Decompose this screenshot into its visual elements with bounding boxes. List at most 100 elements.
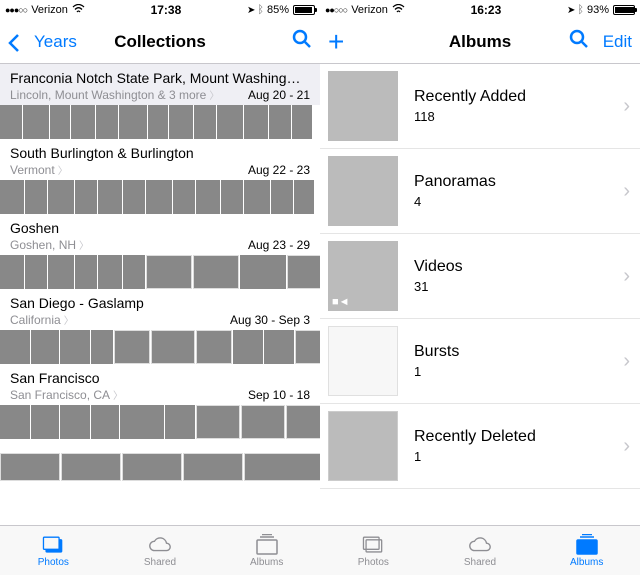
- battery-icon: [613, 5, 635, 15]
- thumbnail-strip[interactable]: [0, 255, 320, 289]
- battery-label: 85%: [267, 4, 289, 16]
- album-count: 1: [414, 364, 623, 379]
- location-icon: ➤: [247, 5, 255, 16]
- album-row[interactable]: Bursts 1 ›: [320, 319, 640, 404]
- thumbnail-strip[interactable]: [0, 105, 320, 139]
- collection-subtitle: Lincoln, Mount Washington & 3 more: [10, 88, 206, 102]
- collection-title: Franconia Notch State Park, Mount Washin…: [10, 70, 310, 86]
- cloud-icon: [467, 534, 493, 556]
- collection-title: South Burlington & Burlington: [10, 145, 310, 161]
- carrier-label: Verizon: [351, 4, 388, 16]
- clock-label: 16:23: [405, 3, 567, 17]
- tab-bar: Photos Shared Albums: [0, 525, 320, 575]
- wifi-icon: [392, 4, 405, 17]
- thumbnail-strip[interactable]: [0, 330, 320, 364]
- photos-icon: [40, 534, 66, 556]
- photos-icon: [360, 534, 386, 556]
- collection-date: Aug 22 - 23: [248, 163, 310, 177]
- tab-photos[interactable]: Photos: [0, 526, 107, 575]
- collection-date: Aug 20 - 21: [248, 88, 310, 102]
- albums-list[interactable]: Recently Added 118 › Panoramas 4 › ■◄ Vi…: [320, 64, 640, 525]
- location-icon: ➤: [567, 5, 575, 16]
- album-name: Videos: [414, 258, 623, 276]
- album-count: 31: [414, 279, 623, 294]
- collection-item[interactable]: Franconia Notch State Park, Mount Washin…: [0, 64, 320, 139]
- thumbnail-strip[interactable]: [0, 405, 320, 439]
- phone-collections: ●●●○○ Verizon 17:38 ➤ ᛒ 85% Years Collec…: [0, 0, 320, 575]
- chevron-right-icon: ›: [623, 95, 630, 118]
- collection-title: Goshen: [10, 220, 310, 236]
- album-name: Recently Added: [414, 88, 623, 106]
- collection-item[interactable]: Goshen Goshen, NH 〉 Aug 23 - 29: [0, 214, 320, 289]
- chevron-right-icon: 〉: [113, 387, 123, 402]
- video-icon: ■◄: [332, 296, 350, 308]
- back-button[interactable]: Years: [34, 32, 77, 52]
- bluetooth-icon: ᛒ: [577, 4, 584, 16]
- chevron-right-icon: ›: [623, 180, 630, 203]
- album-thumbnail: ■◄: [328, 241, 398, 311]
- album-thumbnail: [328, 156, 398, 226]
- collection-date: Aug 23 - 29: [248, 238, 310, 252]
- nav-bar: Years Collections: [0, 20, 320, 64]
- search-button[interactable]: [292, 29, 312, 54]
- chevron-right-icon: 〉: [79, 237, 89, 252]
- signal-dots: ●●○○○: [325, 5, 347, 15]
- collections-list[interactable]: Franconia Notch State Park, Mount Washin…: [0, 64, 320, 525]
- albums-icon: [574, 534, 600, 556]
- tab-label: Photos: [358, 557, 389, 568]
- thumbnail-strip[interactable]: [0, 180, 320, 214]
- tab-label: Albums: [570, 557, 603, 568]
- status-bar: ●●○○○ Verizon 16:23 ➤ ᛒ 93%: [320, 0, 640, 20]
- collection-item[interactable]: South Burlington & Burlington Vermont 〉 …: [0, 139, 320, 214]
- wifi-icon: [72, 4, 85, 17]
- phone-albums: ●●○○○ Verizon 16:23 ➤ ᛒ 93% + Albums Edi…: [320, 0, 640, 575]
- chevron-right-icon: ›: [623, 435, 630, 458]
- collection-item[interactable]: San Diego - Gaslamp California 〉 Aug 30 …: [0, 289, 320, 364]
- album-row[interactable]: ■◄ Videos 31 ›: [320, 234, 640, 319]
- album-thumbnail: [328, 411, 398, 481]
- collection-date: Aug 30 - Sep 3: [230, 313, 310, 327]
- battery-label: 93%: [587, 4, 609, 16]
- tab-albums[interactable]: Albums: [213, 526, 320, 575]
- collection-subtitle: San Francisco, CA: [10, 388, 110, 402]
- battery-icon: [293, 5, 315, 15]
- albums-icon: [254, 534, 280, 556]
- album-count: 1: [414, 449, 623, 464]
- album-name: Recently Deleted: [414, 428, 623, 446]
- collection-title: San Francisco: [10, 370, 310, 386]
- album-row[interactable]: Panoramas 4 ›: [320, 149, 640, 234]
- cloud-icon: [147, 534, 173, 556]
- tab-label: Photos: [38, 557, 69, 568]
- tab-label: Albums: [250, 557, 283, 568]
- tab-bar: Photos Shared Albums: [320, 525, 640, 575]
- status-bar: ●●●○○ Verizon 17:38 ➤ ᛒ 85%: [0, 0, 320, 20]
- collection-subtitle: Goshen, NH: [10, 238, 76, 252]
- bluetooth-icon: ᛒ: [257, 4, 264, 16]
- thumbnail-strip[interactable]: [0, 453, 320, 481]
- collection-title: San Diego - Gaslamp: [10, 295, 310, 311]
- album-row[interactable]: Recently Deleted 1 ›: [320, 404, 640, 489]
- chevron-right-icon: 〉: [64, 312, 74, 327]
- collection-item[interactable]: San Francisco San Francisco, CA 〉 Sep 10…: [0, 364, 320, 481]
- album-name: Bursts: [414, 343, 623, 361]
- tab-albums[interactable]: Albums: [533, 526, 640, 575]
- chevron-right-icon: ›: [623, 265, 630, 288]
- edit-button[interactable]: Edit: [603, 32, 632, 52]
- tab-photos[interactable]: Photos: [320, 526, 427, 575]
- collection-subtitle: California: [10, 313, 61, 327]
- tab-shared[interactable]: Shared: [107, 526, 214, 575]
- search-button[interactable]: [569, 29, 589, 54]
- tab-label: Shared: [144, 557, 176, 568]
- chevron-right-icon: 〉: [209, 87, 219, 102]
- add-button[interactable]: +: [328, 28, 344, 56]
- tab-shared[interactable]: Shared: [427, 526, 534, 575]
- back-chevron-icon[interactable]: [8, 33, 20, 51]
- chevron-right-icon: 〉: [58, 162, 68, 177]
- carrier-label: Verizon: [31, 4, 68, 16]
- album-thumbnail: [328, 326, 398, 396]
- album-name: Panoramas: [414, 173, 623, 191]
- album-row[interactable]: Recently Added 118 ›: [320, 64, 640, 149]
- collection-date: Sep 10 - 18: [248, 388, 310, 402]
- collection-subtitle: Vermont: [10, 163, 55, 177]
- clock-label: 17:38: [85, 3, 247, 17]
